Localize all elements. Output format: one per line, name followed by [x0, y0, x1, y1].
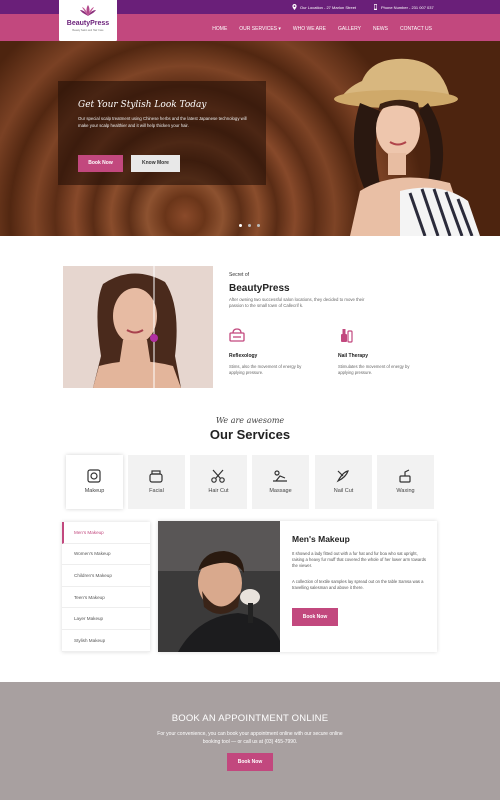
hero-caption-box: Get Your Stylish Look Today Our special … — [58, 81, 266, 185]
service-card-facial[interactable]: Facial — [128, 455, 185, 509]
services-title: Our Services — [209, 427, 291, 442]
nav-item-contact-us[interactable]: CONTACT US — [400, 26, 432, 32]
feature-title: Reflexology — [229, 353, 258, 359]
panel-paragraph-1: It showed a lady fitted out with a fur h… — [292, 551, 426, 568]
nav-item-gallery[interactable]: GALLERY — [338, 26, 361, 32]
feature-description: Stimulates the movement of energy by app… — [338, 364, 410, 375]
service-card-label: Massage — [269, 488, 292, 494]
service-card-makeup[interactable]: Makeup — [66, 455, 123, 509]
nav-menu: HOME OUR SERVICES ▾ WHO WE ARE GALLERY N… — [212, 26, 432, 32]
scissors-icon — [211, 469, 225, 483]
hero-book-now-button[interactable]: Book Now — [78, 155, 123, 172]
slider-dot[interactable] — [257, 224, 260, 227]
phone-info: Phone Number - 231 007 037 — [373, 4, 434, 10]
location-text: Our Location - 27 Marlon Street — [300, 4, 357, 10]
appointment-book-now-button[interactable]: Book Now — [227, 753, 273, 771]
nail-polish-icon — [341, 329, 353, 343]
nav-item-who-we-are[interactable]: WHO WE ARE — [293, 26, 326, 32]
service-card-nail-cut[interactable]: Nail Cut — [315, 455, 372, 509]
services-script-title: We are awesome — [215, 416, 285, 425]
tab-childrens-makeup[interactable]: Children's Makeup — [62, 565, 150, 587]
phone-text: Phone Number - 231 007 037 — [381, 4, 434, 10]
tab-womens-makeup[interactable]: Women's Makeup — [62, 544, 150, 566]
nav-item-our-services-label: OUR SERVICES — [239, 26, 277, 32]
appointment-section: BOOK AN APPOINTMENT ONLINE For your conv… — [0, 682, 500, 800]
location-info: Our Location - 27 Marlon Street — [292, 4, 356, 10]
hero-text: Our special scalp treatment using Chines… — [78, 116, 247, 128]
nail-cut-icon — [336, 470, 349, 483]
service-card-label: Waxing — [396, 488, 415, 494]
panel-paragraph-2: A collection of textile samples lay spre… — [292, 579, 424, 590]
about-pretitle: Secret of — [229, 272, 250, 278]
service-card-label: Hair Cut — [208, 488, 229, 494]
mens-makeup-image — [158, 521, 280, 652]
phone-icon — [374, 4, 377, 10]
hero-know-more-button[interactable]: Know More — [131, 155, 180, 172]
slider-dot[interactable] — [239, 224, 242, 227]
service-card-hair-cut[interactable]: Hair Cut — [190, 455, 247, 509]
makeup-tabs: Men's Makeup Women's Makeup Children's M… — [62, 522, 150, 652]
service-card-label: Facial — [149, 488, 164, 494]
slider-dot[interactable] — [248, 224, 251, 227]
about-description: After owning two successful salon locati… — [229, 297, 365, 308]
service-detail-panel: Men's Makeup It showed a lady fitted out… — [158, 521, 437, 652]
about-title: BeautyPress — [229, 283, 290, 294]
hero-model-image — [334, 58, 480, 236]
brand-tagline: Beauty Salon and Hair Care — [72, 29, 104, 32]
panel-title: Men's Makeup — [292, 534, 350, 544]
massage-icon — [273, 470, 287, 482]
nav-item-our-services[interactable]: OUR SERVICES ▾ — [239, 26, 281, 32]
nav-item-home[interactable]: HOME — [212, 26, 227, 32]
service-card-massage[interactable]: Massage — [252, 455, 309, 509]
slider-dots — [239, 224, 260, 227]
brand-name: BeautyPress — [66, 20, 110, 27]
reflexology-icon — [229, 328, 245, 342]
before-after-image — [63, 266, 213, 388]
tab-stylish-makeup[interactable]: Stylish Makeup — [62, 630, 150, 652]
service-card-waxing[interactable]: Waxing — [377, 455, 434, 509]
appointment-text: For your convenience, you can book your … — [157, 731, 343, 745]
location-pin-icon — [292, 4, 297, 10]
appointment-title: BOOK AN APPOINTMENT ONLINE — [171, 713, 329, 724]
makeup-icon — [87, 469, 101, 483]
waxing-icon — [399, 469, 411, 483]
service-card-label: Makeup — [84, 488, 105, 494]
hero-slider: Get Your Stylish Look Today Our special … — [0, 41, 500, 236]
feature-nail-therapy: Nail Therapy Stimulates the movement of … — [338, 327, 418, 376]
tab-mens-makeup[interactable]: Men's Makeup — [62, 522, 150, 544]
lotus-icon — [80, 5, 96, 16]
service-card-label: Nail Cut — [333, 488, 354, 494]
hero-title: Get Your Stylish Look Today — [78, 100, 207, 110]
facial-jar-icon — [149, 470, 163, 483]
panel-book-now-button[interactable]: Book Now — [292, 608, 338, 626]
tab-layer-makeup[interactable]: Layer Makeup — [62, 608, 150, 630]
tab-teens-makeup[interactable]: Teen's Makeup — [62, 587, 150, 609]
comparison-handle[interactable] — [150, 334, 158, 342]
nav-item-news[interactable]: NEWS — [373, 26, 388, 32]
feature-title: Nail Therapy — [338, 353, 369, 359]
feature-reflexology: Reflexology Stims, also the movement of … — [229, 327, 309, 376]
feature-description: Stims, also the movement of energy by ap… — [229, 364, 302, 375]
